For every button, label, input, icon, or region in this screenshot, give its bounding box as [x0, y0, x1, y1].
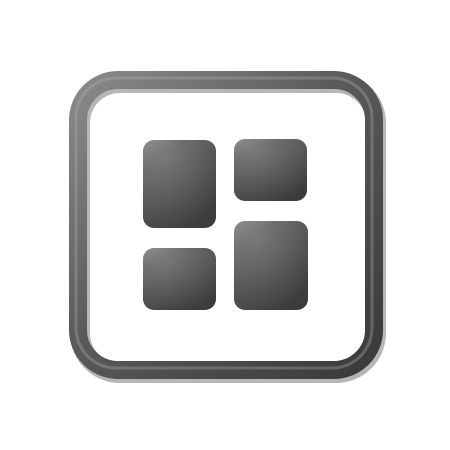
icon-canvas [0, 0, 450, 450]
frame-outline [69, 71, 386, 383]
layout-tile-top-left [143, 140, 216, 228]
layout-tile-bottom-right [234, 221, 308, 310]
layout-tile-bottom-left [143, 248, 216, 310]
dashboard-layout-icon [69, 71, 386, 383]
layout-tile-top-right [234, 139, 307, 201]
